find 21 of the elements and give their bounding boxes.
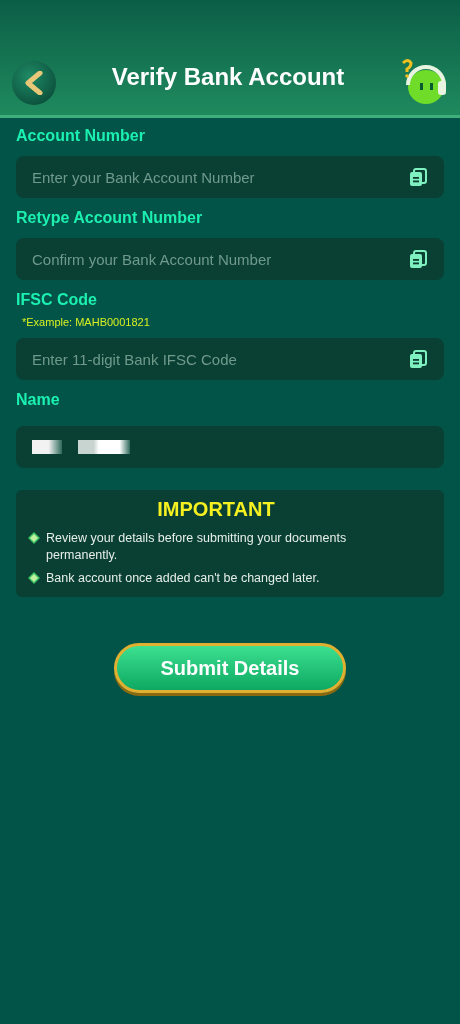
paste-icon[interactable] xyxy=(408,167,428,187)
field-label: Name xyxy=(16,390,61,410)
notice-text: Bank account once added can't be changed later. xyxy=(46,570,320,587)
field-label: IFSC Code xyxy=(16,290,98,310)
field-label: Retype Account Number xyxy=(16,208,204,228)
back-button[interactable] xyxy=(12,61,56,105)
input-field[interactable]: Enter your Bank Account Number xyxy=(16,156,444,198)
notice-title: IMPORTANT xyxy=(157,497,275,522)
gem-icon xyxy=(28,572,40,584)
paste-icon[interactable] xyxy=(408,249,428,269)
page-title: Verify Bank Account xyxy=(111,62,345,92)
input-field[interactable] xyxy=(16,426,444,468)
input-field[interactable]: Enter 11-digit Bank IFSC Code xyxy=(16,338,444,380)
gem-icon xyxy=(28,532,40,544)
field-label: Account Number xyxy=(16,126,146,146)
input-field[interactable]: Confirm your Bank Account Number xyxy=(16,238,444,280)
field-hint: *Example: MAHB0001821 xyxy=(22,315,151,330)
notice-text: Review your details before submitting your documents permanently. xyxy=(46,530,348,564)
support-mascot-icon[interactable] xyxy=(400,57,448,107)
paste-icon[interactable] xyxy=(408,349,428,369)
submit-button[interactable]: Submit Details xyxy=(114,643,346,693)
